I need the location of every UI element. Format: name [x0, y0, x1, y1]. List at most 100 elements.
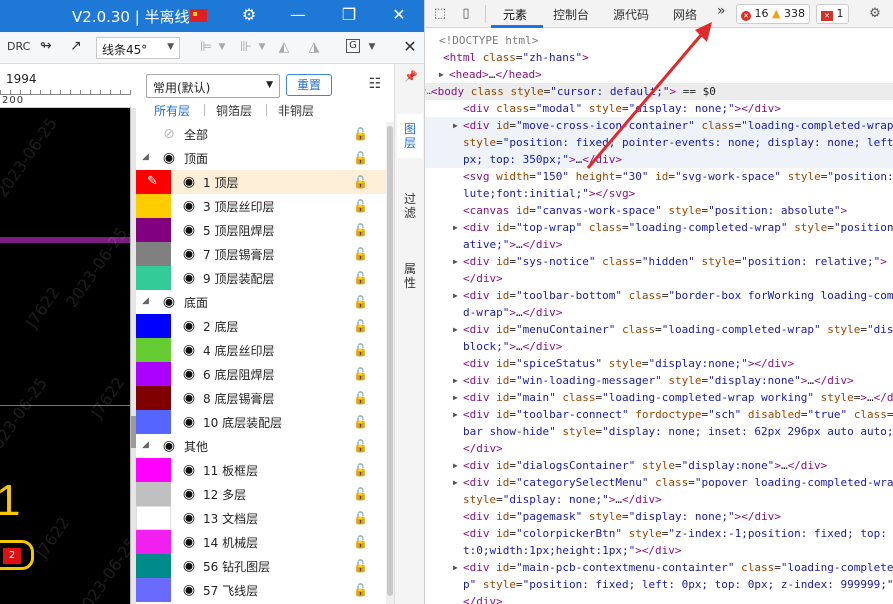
gear-icon[interactable]: ⚙: [238, 4, 260, 26]
tab-copper-layers[interactable]: 铜箔层: [216, 102, 252, 119]
layer-color-swatch[interactable]: [136, 530, 171, 554]
chevron-down-icon[interactable]: ▼: [364, 39, 380, 55]
lock-icon[interactable]: 🔓: [353, 391, 368, 405]
dom-line[interactable]: lute;font:initial;"></svg>: [425, 185, 893, 202]
pcb-canvas[interactable]: 2023-06-25 2023-06-25 J7622 J7622 2023-0…: [0, 108, 131, 604]
expand-arrow-icon[interactable]: ▶: [453, 321, 458, 338]
layer-row[interactable]: ◉ 10 底层装配层 🔓: [136, 410, 386, 434]
eye-icon[interactable]: ◉: [179, 414, 199, 430]
dom-line[interactable]: </div>: [425, 270, 893, 287]
dom-line[interactable]: ▶ <div id="sys-notice" class="hidden" sty…: [425, 253, 893, 270]
pad-badge[interactable]: 2: [0, 540, 34, 570]
lock-icon[interactable]: 🔓: [353, 367, 368, 381]
expand-arrow-icon[interactable]: ▶: [453, 219, 458, 236]
layer-group-row[interactable]: ⊘ 全部 🔓: [136, 122, 386, 146]
tab-non-copper-layers[interactable]: 非铜层: [278, 102, 314, 119]
expand-arrow-down-icon[interactable]: ▼: [425, 83, 426, 100]
lock-icon[interactable]: 🔓: [353, 151, 368, 165]
layer-row[interactable]: ◉ 6 底层阻焊层 🔓: [136, 362, 386, 386]
expand-arrow-icon[interactable]: ▶: [453, 559, 458, 576]
dom-line[interactable]: <canvas id="canvas-work-space" style="po…: [425, 202, 893, 219]
dom-line[interactable]: t:0;width:1px;height:1px;"></div>: [425, 542, 893, 559]
layer-list-scrollbar[interactable]: [386, 122, 394, 604]
align-icon[interactable]: ⊫: [198, 39, 214, 55]
lock-icon[interactable]: 🔓: [353, 583, 368, 597]
eye-icon[interactable]: ◉: [179, 486, 199, 502]
eye-icon[interactable]: ◉: [159, 438, 179, 454]
lock-icon[interactable]: 🔓: [353, 127, 368, 141]
eye-icon[interactable]: ◉: [179, 198, 199, 214]
device-toolbar-icon[interactable]: ▯: [457, 5, 475, 23]
dom-line[interactable]: ▶ <div id="toolbar-bottom" class="border-…: [425, 287, 893, 304]
messages-counter[interactable]: ✕ 1: [816, 4, 849, 24]
lock-icon[interactable]: 🔓: [353, 415, 368, 429]
layer-color-swatch[interactable]: [136, 482, 171, 506]
drc-button[interactable]: DRC: [7, 40, 30, 53]
dom-line[interactable]: <div id="colorpickerBtn" style="z-index:…: [425, 525, 893, 542]
expand-arrow-icon[interactable]: ▶: [439, 66, 444, 83]
eye-icon[interactable]: ◉: [159, 294, 179, 310]
layer-row[interactable]: ◉ 2 底层 🔓: [136, 314, 386, 338]
dom-line[interactable]: style="display: none;">…</div>: [425, 491, 893, 508]
layer-row[interactable]: ◉ 12 多层 🔓: [136, 482, 386, 506]
layer-group-row[interactable]: ◢ ◉ 顶面 🔓: [136, 146, 386, 170]
layer-color-swatch[interactable]: [136, 194, 171, 218]
gear-icon[interactable]: ⚙: [866, 5, 884, 23]
side-tab-filter[interactable]: 过滤: [397, 184, 423, 228]
expand-arrow-icon[interactable]: ▶: [453, 253, 458, 270]
line-angle-icon[interactable]: ↗: [70, 38, 82, 54]
eye-icon[interactable]: ◉: [179, 582, 199, 598]
layer-row[interactable]: ◉ 14 机械层 🔓: [136, 530, 386, 554]
lock-icon[interactable]: 🔓: [353, 463, 368, 477]
dom-line[interactable]: ▶ <div id="toolbar-connect" fordoctype="s…: [425, 406, 893, 423]
lock-icon[interactable]: 🔓: [353, 247, 368, 261]
layer-color-swatch[interactable]: [136, 362, 171, 386]
tab-all-layers[interactable]: 所有层: [154, 102, 190, 119]
layer-color-swatch[interactable]: [136, 314, 171, 338]
dom-line[interactable]: ▶ <div id="dialogsContainer" style="displ…: [425, 457, 893, 474]
flip-horizontal-icon[interactable]: ◭: [276, 39, 292, 55]
layer-row[interactable]: ◉ 13 文档层 🔓: [136, 506, 386, 530]
layer-color-swatch[interactable]: [136, 554, 171, 578]
eye-icon[interactable]: ◉: [179, 558, 199, 574]
layer-row[interactable]: ◉ 4 底层丝印层 🔓: [136, 338, 386, 362]
collapse-triangle-icon[interactable]: ◢: [142, 440, 149, 450]
expand-arrow-icon[interactable]: ▶: [453, 287, 458, 304]
china-flag-icon[interactable]: [190, 9, 207, 22]
layer-color-swatch[interactable]: [136, 578, 171, 602]
layer-row[interactable]: ◉ 3 顶层丝印层 🔓: [136, 194, 386, 218]
expand-arrow-icon[interactable]: ▶: [453, 372, 458, 389]
eye-icon[interactable]: ◉: [179, 534, 199, 550]
dom-line[interactable]: ▶ <div id="main" class="loading-completed…: [425, 389, 893, 406]
eye-icon[interactable]: ◉: [179, 390, 199, 406]
expand-arrow-icon[interactable]: ▶: [453, 117, 458, 134]
line-style-select[interactable]: 线条45° ▼: [96, 37, 180, 59]
lock-icon[interactable]: 🔓: [353, 223, 368, 237]
dom-line[interactable]: bar show-hide" style="display: none; ins…: [425, 423, 893, 440]
eye-icon[interactable]: ◉: [179, 510, 199, 526]
grid-snap-icon[interactable]: G: [346, 39, 360, 53]
lock-icon[interactable]: 🔓: [353, 175, 368, 189]
layer-row[interactable]: ◉ 11 板框层 🔓: [136, 458, 386, 482]
dom-line[interactable]: ▶ <div id="win-loading-messager" style="d…: [425, 372, 893, 389]
lock-icon[interactable]: 🔓: [353, 439, 368, 453]
expand-arrow-icon[interactable]: ▶: [453, 457, 458, 474]
lock-icon[interactable]: 🔓: [353, 559, 368, 573]
lock-icon[interactable]: 🔓: [353, 295, 368, 309]
dom-line[interactable]: </div>: [425, 440, 893, 457]
dom-line[interactable]: block;">…</div>: [425, 338, 893, 355]
close-icon[interactable]: ✕: [388, 4, 410, 26]
layer-row[interactable]: ✎ ◉ 1 顶层 🔓: [136, 170, 386, 194]
layer-row[interactable]: ◉ 57 飞线层 🔓: [136, 578, 386, 602]
layer-color-swatch[interactable]: [136, 458, 171, 482]
layer-color-swatch[interactable]: [136, 242, 171, 266]
dom-line[interactable]: ▶ <div id="top-wrap" class="loading-compl…: [425, 219, 893, 236]
lock-icon[interactable]: 🔓: [353, 511, 368, 525]
dom-line[interactable]: <div id="pagemask" style="display: none;…: [425, 508, 893, 525]
restore-window-icon[interactable]: ❐: [338, 4, 360, 26]
reset-button[interactable]: 重置: [286, 74, 332, 96]
layer-row[interactable]: ◉ 7 顶层锡膏层 🔓: [136, 242, 386, 266]
layer-color-swatch[interactable]: [136, 506, 171, 530]
lock-icon[interactable]: 🔓: [353, 319, 368, 333]
layer-color-swatch[interactable]: [136, 338, 171, 362]
